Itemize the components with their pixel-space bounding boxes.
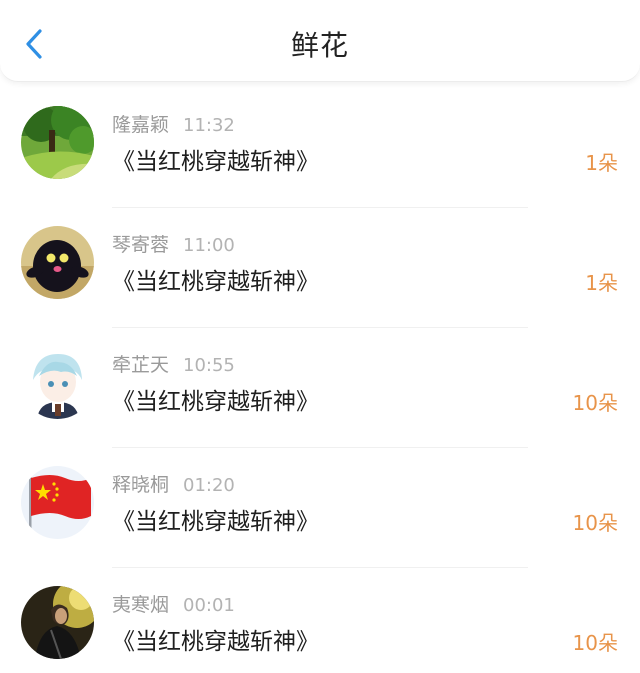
flowers-page: 鲜花 隆嘉颖 11:32 《当红桃穿越斩神》 1朵 琴寄蓉 11:00 《当红桃… [0, 0, 640, 673]
avatar[interactable] [21, 226, 94, 299]
list-item[interactable]: 琴寄蓉 11:00 《当红桃穿越斩神》 1朵 [0, 208, 640, 328]
user-name: 夷寒烟 [112, 594, 170, 616]
meta-line: 释晓桐 01:20 [112, 472, 235, 499]
timestamp: 11:32 [183, 115, 235, 136]
meta-line: 隆嘉颖 11:32 [112, 112, 235, 139]
book-title[interactable]: 《当红桃穿越斩神》 [112, 506, 319, 538]
black-creature-avatar [21, 226, 94, 299]
meta-line: 夷寒烟 00:01 [112, 592, 235, 619]
china-flag-avatar [21, 466, 94, 539]
flower-list: 隆嘉颖 11:32 《当红桃穿越斩神》 1朵 琴寄蓉 11:00 《当红桃穿越斩… [0, 88, 640, 673]
book-title[interactable]: 《当红桃穿越斩神》 [112, 146, 319, 178]
person-photo-avatar [21, 586, 94, 659]
meta-line: 琴寄蓉 11:00 [112, 232, 235, 259]
book-title[interactable]: 《当红桃穿越斩神》 [112, 266, 319, 298]
user-name: 隆嘉颖 [112, 114, 170, 136]
avatar[interactable] [21, 346, 94, 419]
avatar[interactable] [21, 466, 94, 539]
avatar[interactable] [21, 586, 94, 659]
user-name: 琴寄蓉 [112, 234, 170, 256]
flower-count: 10朵 [572, 511, 618, 535]
flower-count: 1朵 [585, 271, 618, 295]
timestamp: 11:00 [183, 235, 235, 256]
top-bar: 鲜花 [0, 0, 640, 82]
user-name: 牵芷天 [112, 354, 170, 376]
user-name: 释晓桐 [112, 474, 170, 496]
list-item[interactable]: 隆嘉颖 11:32 《当红桃穿越斩神》 1朵 [0, 88, 640, 208]
timestamp: 00:01 [183, 595, 235, 616]
list-item[interactable]: 夷寒烟 00:01 《当红桃穿越斩神》 10朵 [0, 568, 640, 673]
flower-count: 10朵 [572, 631, 618, 655]
avatar[interactable] [21, 106, 94, 179]
timestamp: 10:55 [183, 355, 235, 376]
anime-boy-avatar [21, 346, 94, 419]
timestamp: 01:20 [183, 475, 235, 496]
forest-avatar [21, 106, 94, 179]
flower-count: 10朵 [572, 391, 618, 415]
page-title: 鲜花 [290, 29, 349, 62]
list-item[interactable]: 释晓桐 01:20 《当红桃穿越斩神》 10朵 [0, 448, 640, 568]
list-item[interactable]: 牵芷天 10:55 《当红桃穿越斩神》 10朵 [0, 328, 640, 448]
meta-line: 牵芷天 10:55 [112, 352, 235, 379]
book-title[interactable]: 《当红桃穿越斩神》 [112, 626, 319, 658]
book-title[interactable]: 《当红桃穿越斩神》 [112, 386, 319, 418]
flower-count: 1朵 [585, 151, 618, 175]
